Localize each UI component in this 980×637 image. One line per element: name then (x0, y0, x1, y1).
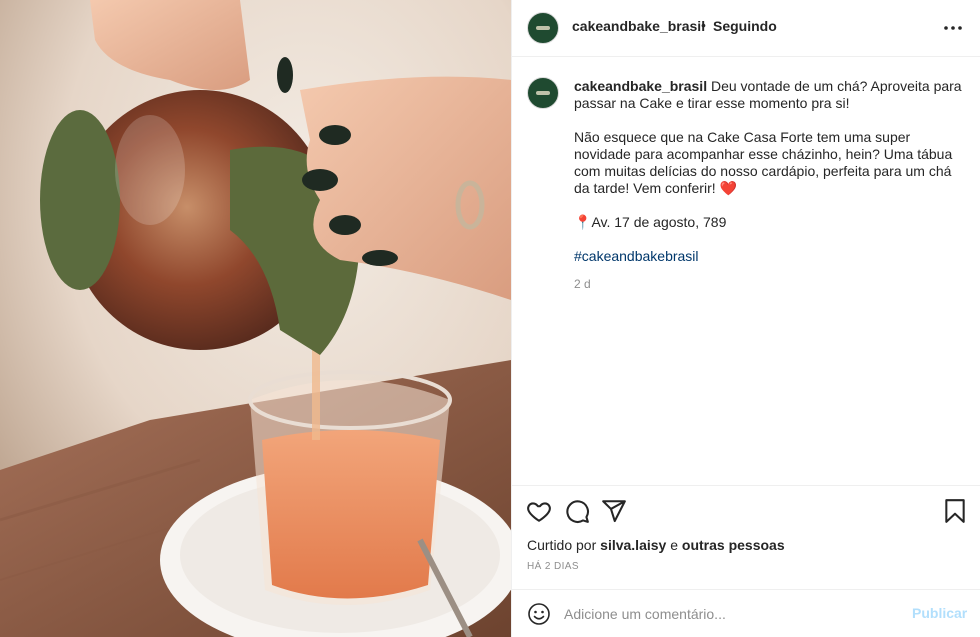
comment-input[interactable] (564, 602, 894, 626)
caption-username[interactable]: cakeandbake_brasil (574, 78, 707, 94)
bookmark-icon[interactable] (942, 498, 968, 524)
tea-pouring-photo (0, 0, 511, 637)
comment-icon[interactable] (564, 498, 590, 524)
liked-by-others[interactable]: outras pessoas (682, 537, 785, 553)
avatar[interactable] (527, 12, 559, 44)
heart-icon[interactable] (526, 498, 552, 524)
caption-address: Av. 17 de agosto, 789 (591, 214, 727, 230)
caption-timestamp[interactable]: 2 d (574, 277, 591, 291)
post-date[interactable]: HÁ 2 DIAS (527, 561, 579, 572)
post-username[interactable]: cakeandbake_brasil (572, 18, 705, 34)
publish-button[interactable]: Publicar (912, 605, 967, 621)
liked-by-joiner: e (670, 537, 679, 553)
post-caption: cakeandbake_brasil Deu vontade de um chá… (574, 78, 964, 265)
following-button[interactable]: Seguindo (713, 18, 777, 34)
likes-summary: Curtido por silva.laisy e outras pessoas (527, 537, 785, 553)
avatar-logo (536, 26, 550, 30)
paper-plane-icon[interactable] (601, 498, 627, 524)
post-header: cakeandbake_brasil • Seguindo (512, 0, 980, 57)
separator-dot: • (701, 17, 706, 33)
post-details-panel: cakeandbake_brasil • Seguindo cakeandbak… (511, 0, 980, 637)
hashtag-link[interactable]: #cakeandbakebrasil (574, 248, 699, 264)
more-options-icon[interactable] (942, 16, 964, 40)
heart-emoji: ❤️ (719, 180, 737, 196)
emoji-icon[interactable] (527, 602, 551, 626)
liked-by-prefix: Curtido por (527, 537, 597, 553)
caption-avatar[interactable] (527, 77, 559, 109)
avatar-logo (536, 91, 550, 95)
liked-by-user[interactable]: silva.laisy (600, 537, 666, 553)
pin-emoji: 📍 (574, 214, 592, 230)
post-image[interactable] (0, 0, 511, 637)
comment-bar: Publicar (512, 589, 980, 637)
post-actions: Curtido por silva.laisy e outras pessoas… (512, 485, 980, 589)
caption-line-2: Não esquece que na Cake Casa Forte tem u… (574, 129, 953, 196)
